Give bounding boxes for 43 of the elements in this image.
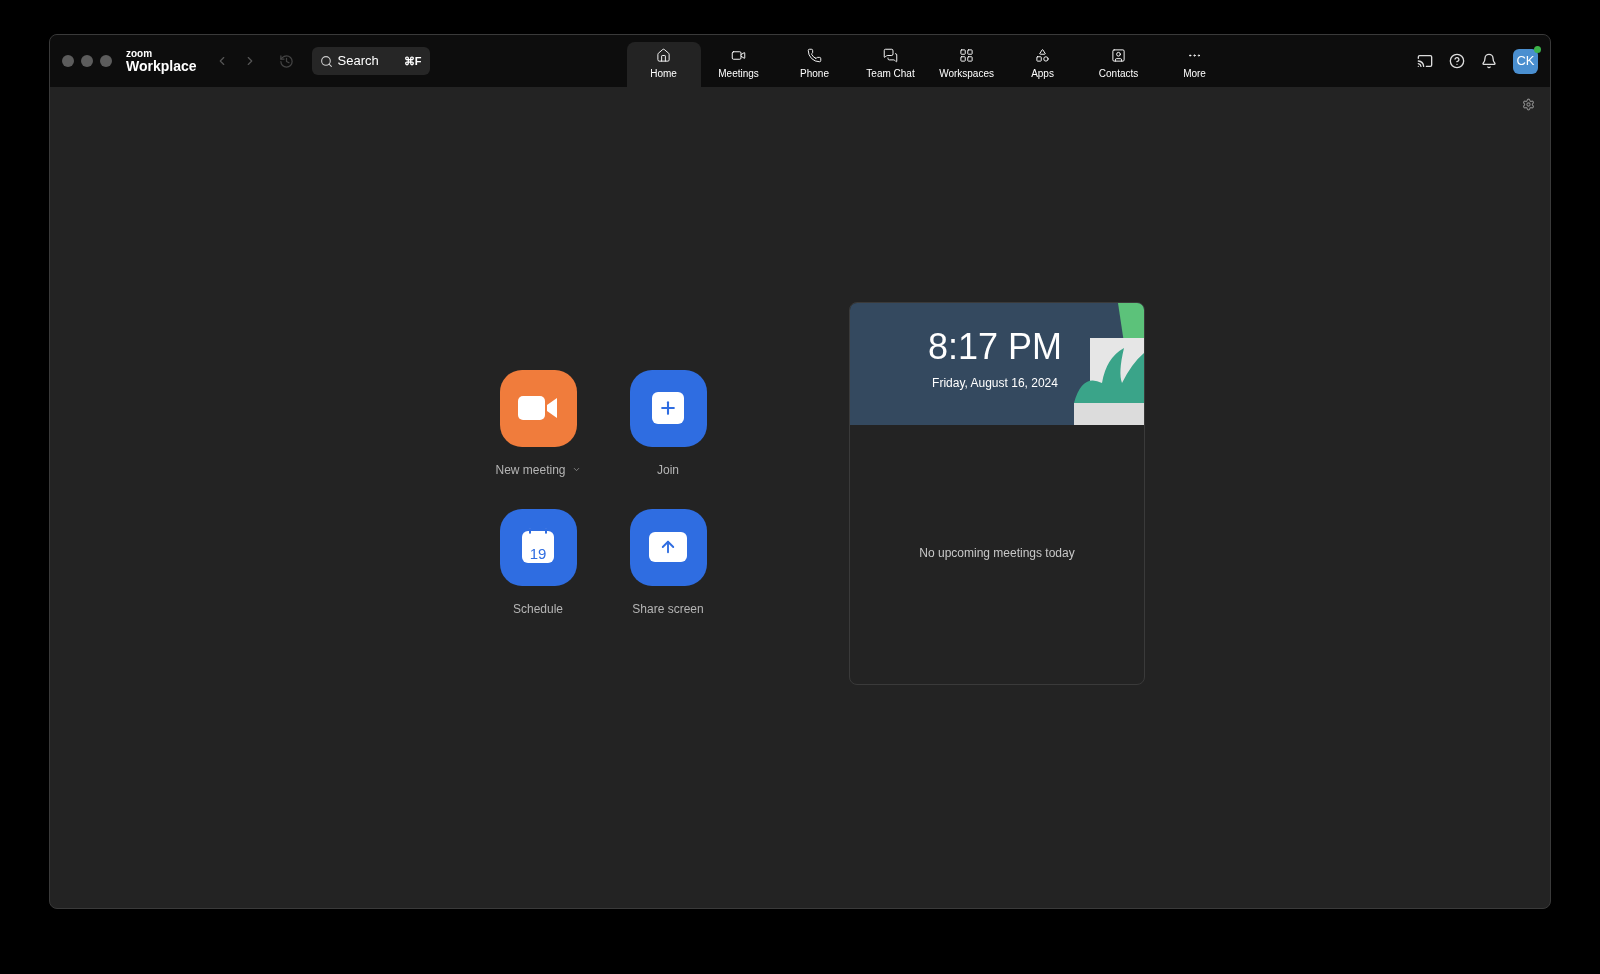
action-label: New meeting — [495, 461, 566, 479]
app-name: Workplace — [126, 59, 197, 73]
minimize-window-button[interactable] — [81, 55, 93, 67]
settings-icon[interactable] — [1522, 98, 1535, 111]
phone-icon — [807, 48, 823, 63]
video-camera-icon — [518, 395, 558, 421]
plus-icon — [652, 392, 684, 424]
help-icon[interactable] — [1449, 53, 1465, 69]
nav-tab[interactable]: Apps — [1004, 42, 1081, 87]
action-label: Share screen — [632, 600, 704, 618]
search-placeholder: Search — [337, 52, 379, 71]
empty-state-text: No upcoming meetings today — [919, 544, 1075, 562]
shortcut-hint: ⌘F — [403, 53, 422, 69]
cast-icon[interactable] — [1417, 53, 1433, 69]
close-window-button[interactable] — [62, 55, 74, 67]
calendar-icon: 19 — [522, 531, 554, 563]
grid-icon — [959, 48, 975, 63]
nav-tab[interactable]: Team Chat — [852, 42, 929, 87]
nav-tab[interactable]: Phone — [776, 42, 853, 87]
apps-icon — [1035, 48, 1051, 63]
action-button[interactable] — [629, 369, 707, 447]
clock-date: Friday, August 16, 2024 — [932, 375, 1058, 392]
action-button[interactable] — [629, 508, 707, 586]
chat-bubbles-icon — [883, 48, 899, 63]
nav-tab[interactable]: Contacts — [1080, 42, 1157, 87]
action-label: Schedule — [512, 600, 563, 618]
action-label: Join — [657, 461, 679, 479]
chevron-down-icon[interactable] — [571, 465, 581, 474]
search-icon — [319, 54, 333, 68]
nav-tab[interactable]: Home — [626, 42, 701, 87]
home-icon — [656, 48, 672, 63]
action-button[interactable] — [499, 369, 577, 447]
nav-tab[interactable]: Meetings — [700, 42, 777, 87]
action-button[interactable]: 19 — [499, 508, 577, 586]
maximize-window-button[interactable] — [100, 55, 112, 67]
contact-card-icon — [1111, 48, 1127, 63]
logo-small-text: zoom — [126, 49, 154, 59]
video-camera-icon — [731, 48, 747, 63]
notification-bell-icon[interactable] — [1481, 53, 1497, 69]
nav-tab[interactable]: More — [1156, 42, 1233, 87]
nav-tab[interactable]: Workspaces — [928, 42, 1005, 87]
search-field[interactable]: Search ⌘F — [311, 47, 430, 75]
clock-time: 8:17 PM — [927, 329, 1063, 365]
